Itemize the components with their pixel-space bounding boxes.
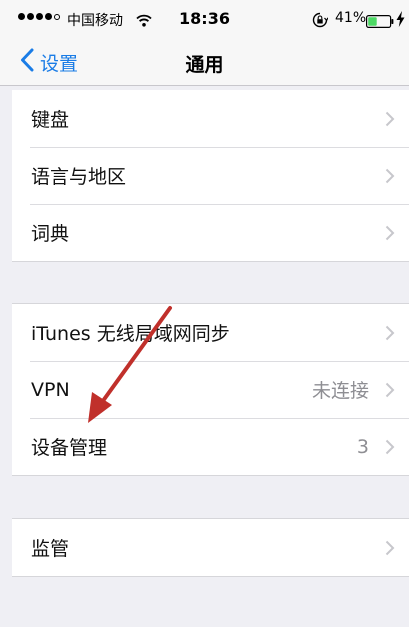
settings-group-connectivity: iTunes 无线局域网同步 VPN 未连接 设备管理 3 — [12, 303, 409, 476]
list-item-label: iTunes 无线局域网同步 — [31, 323, 230, 345]
device-management-count: 3 — [356, 435, 369, 458]
list-item-itunes-wifi-sync[interactable]: iTunes 无线局域网同步 — [12, 304, 409, 361]
chevron-right-icon — [385, 439, 395, 459]
page-title: 通用 — [185, 54, 224, 76]
status-bar: 中国移动 18:36 41% — [0, 0, 409, 40]
battery-percent: 41% — [335, 10, 367, 26]
list-item-label: 监管 — [31, 538, 70, 560]
vpn-status: 未连接 — [311, 380, 369, 402]
list-item-dictionary[interactable]: 词典 — [12, 204, 409, 261]
settings-group-input: 键盘 语言与地区 词典 — [12, 90, 409, 262]
list-item-label: 设备管理 — [31, 437, 108, 459]
list-item-vpn[interactable]: VPN 未连接 — [12, 361, 409, 418]
chevron-right-icon — [385, 111, 395, 131]
charging-bolt-icon — [396, 11, 405, 31]
navigation-bar: 设置 通用 — [0, 40, 409, 86]
chevron-right-icon — [385, 382, 395, 402]
orientation-lock-icon — [312, 12, 329, 32]
chevron-right-icon — [385, 540, 395, 560]
chevron-right-icon — [385, 168, 395, 188]
list-item-supervision[interactable]: 监管 — [12, 519, 409, 576]
list-item-label: 语言与地区 — [31, 166, 127, 188]
list-item-keyboard[interactable]: 键盘 — [12, 90, 409, 147]
list-item-language-region[interactable]: 语言与地区 — [12, 147, 409, 204]
list-item-label: 键盘 — [31, 109, 70, 131]
list-item-device-management[interactable]: 设备管理 3 — [12, 418, 409, 475]
settings-general-screen: 中国移动 18:36 41% 设置 通用 键盘 语言与地区 词典 iTunes … — [0, 0, 409, 627]
chevron-right-icon — [385, 325, 395, 345]
list-item-label: 词典 — [31, 223, 70, 245]
list-item-label: VPN — [31, 378, 70, 401]
chevron-right-icon — [385, 225, 395, 245]
battery-icon — [366, 13, 394, 32]
settings-group-supervision: 监管 — [12, 518, 409, 577]
